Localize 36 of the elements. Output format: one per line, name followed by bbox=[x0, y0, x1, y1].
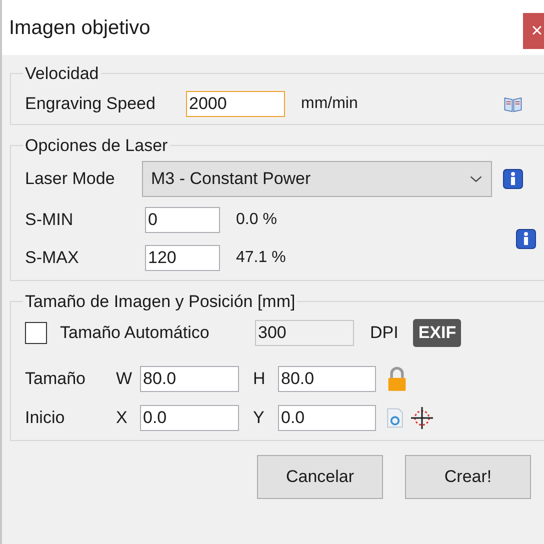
input-field[interactable]: 0.0 bbox=[278, 404, 376, 430]
axis-label: W bbox=[116, 368, 134, 390]
unit-label: DPI bbox=[370, 322, 398, 344]
group-title: Tamaño de Imagen y Posición [mm] bbox=[24, 291, 296, 313]
field-label: S-MIN bbox=[25, 208, 74, 231]
field-label: Laser Mode bbox=[25, 168, 116, 190]
axis-label: Y bbox=[253, 406, 266, 429]
dialog-button[interactable]: Cancelar bbox=[257, 455, 383, 499]
info-icon[interactable] bbox=[503, 168, 523, 188]
field-label: Tamaño bbox=[25, 368, 86, 390]
input-field[interactable]: 0 bbox=[145, 206, 220, 232]
window-title: Imagen objetivo bbox=[9, 16, 150, 40]
input-field[interactable]: 80.0 bbox=[278, 366, 376, 392]
field-label: S-MAX bbox=[25, 246, 80, 269]
axis-label: H bbox=[253, 368, 266, 390]
percent-label: 0.0 % bbox=[236, 210, 277, 230]
exif-badge[interactable]: EXIF bbox=[413, 318, 462, 346]
axis-label: X bbox=[116, 406, 128, 429]
unit-label: mm/min bbox=[301, 94, 358, 114]
input-field[interactable]: 0.0 bbox=[140, 404, 239, 430]
close-button[interactable]: × bbox=[523, 13, 544, 49]
field-label: Engraving Speed bbox=[25, 92, 156, 115]
input-field[interactable]: 80.0 bbox=[140, 366, 239, 392]
percent-label: 47.1 % bbox=[236, 248, 286, 268]
input-field[interactable]: 120 bbox=[145, 244, 220, 270]
info-icon[interactable] bbox=[516, 228, 536, 248]
field-label: Inicio bbox=[25, 406, 66, 429]
group-title: Velocidad bbox=[24, 63, 100, 85]
group-title: Opciones de Laser bbox=[24, 135, 169, 157]
checkbox-label[interactable]: Tamaño Automático bbox=[60, 320, 255, 346]
dialog-button[interactable]: Crear! bbox=[405, 455, 531, 499]
input-field[interactable]: 2000 bbox=[186, 90, 285, 116]
crosshair-icon[interactable] bbox=[410, 406, 434, 430]
book-icon[interactable] bbox=[502, 94, 524, 112]
checkbox[interactable] bbox=[25, 322, 47, 344]
laser-mode-dropdown[interactable]: M3 - Constant Power bbox=[142, 160, 492, 196]
